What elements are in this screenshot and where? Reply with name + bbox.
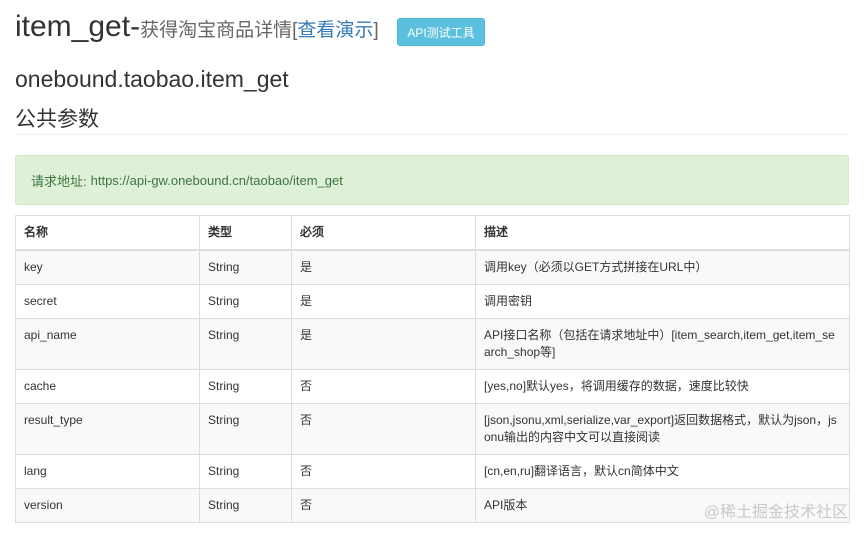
table-row: key String 是 调用key（必须以GET方式拼接在URL中） [15,249,850,285]
cell-param-type: String [199,488,292,523]
section-title-common-params: 公共参数 [15,108,99,131]
cell-param-required: 否 [291,454,476,489]
table-header-row: 名称 类型 必须 描述 [15,215,850,251]
table-row: api_name String 是 API接口名称（包括在请求地址中）[item… [15,318,850,370]
page-title-subtitle: 获得淘宝商品详情 [140,20,293,41]
page-title: item_get- 获得淘宝商品详情 [ 查看演示 ] [15,10,379,50]
cell-param-description: [yes,no]默认yes，将调用缓存的数据，速度比较快 [475,369,850,404]
request-address-label: 请求地址: [31,173,87,189]
cell-param-type: String [199,454,292,489]
cell-param-required: 否 [291,369,476,404]
page-title-main: item_get- [15,10,141,43]
request-address-url: https://api-gw.onebound.cn/taobao/item_g… [90,172,343,188]
params-table: 名称 类型 必须 描述 key String 是 调用key（必须以GET方式拼… [15,215,850,523]
cell-param-description: API接口名称（包括在请求地址中）[item_search,item_get,i… [475,318,850,370]
cell-param-required: 否 [291,403,476,455]
cell-param-type: String [199,318,292,370]
cell-param-required: 是 [291,318,476,370]
cell-param-type: String [199,403,292,455]
request-address-alert: 请求地址: https://api-gw.onebound.cn/taobao/… [15,155,849,205]
cell-param-type: String [199,284,292,319]
cell-param-name: api_name [15,318,200,370]
table-row: secret String 是 调用密钥 [15,284,850,319]
cell-param-description: [json,jsonu,xml,serialize,var_export]返回数… [475,403,850,455]
cell-param-description: 调用密钥 [475,284,850,319]
cell-param-required: 否 [291,488,476,523]
cell-param-type: String [199,249,292,285]
demo-bracket-close: ] [373,20,379,41]
cell-param-name: secret [15,284,200,319]
cell-param-required: 是 [291,284,476,319]
cell-param-name: result_type [15,403,200,455]
table-row: cache String 否 [yes,no]默认yes，将调用缓存的数据，速度… [15,369,850,404]
juejin-watermark: @稀土掘金技术社区 [703,504,848,521]
column-header-type: 类型 [199,215,292,251]
cell-param-name: lang [15,454,200,489]
column-header-description: 描述 [475,215,850,251]
cell-param-description: [cn,en,ru]翻译语言，默认cn简体中文 [475,454,850,489]
cell-param-description: 调用key（必须以GET方式拼接在URL中） [475,249,850,285]
cell-param-type: String [199,369,292,404]
method-name-heading: onebound.taobao.item_get [15,66,289,92]
cell-param-name: cache [15,369,200,404]
api-test-tool-button[interactable]: API测试工具 [397,18,485,46]
cell-param-name: version [15,488,200,523]
cell-param-name: key [15,249,200,285]
table-row: result_type String 否 [json,jsonu,xml,ser… [15,403,850,455]
view-demo-link[interactable]: 查看演示 [297,15,373,42]
table-row: lang String 否 [cn,en,ru]翻译语言，默认cn简体中文 [15,454,850,489]
column-header-name: 名称 [15,215,200,251]
api-doc-page: item_get- 获得淘宝商品详情 [ 查看演示 ] API测试工具 oneb… [0,0,864,538]
column-header-required: 必须 [291,215,476,251]
section-divider [15,134,849,135]
cell-param-required: 是 [291,249,476,285]
